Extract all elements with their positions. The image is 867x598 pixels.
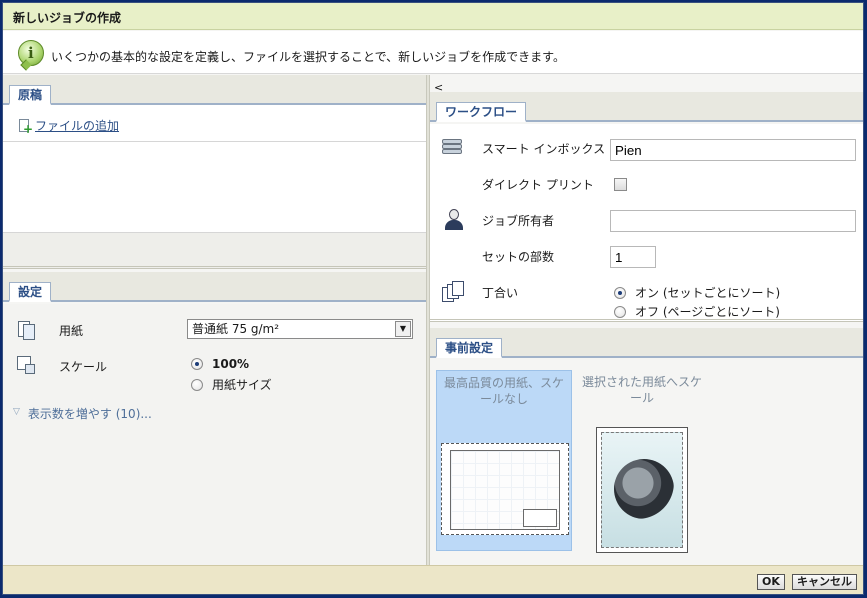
show-more-label: 表示数を増やす (10)... <box>27 407 152 421</box>
collate-option-off-label: オフ (ページごとにソート) <box>635 305 780 319</box>
paper-label: 用紙 <box>59 324 84 338</box>
presets-body: 最高品質の用紙、スケールなし 選択された用紙へスケール <box>430 360 863 565</box>
scale-icon <box>15 354 37 376</box>
add-file-icon: + <box>17 118 33 135</box>
preset-best-quality[interactable]: 最高品質の用紙、スケールなし <box>436 370 572 551</box>
radio-selected-icon[interactable] <box>614 286 626 299</box>
divider <box>3 141 426 142</box>
tab-workflow[interactable]: ワークフロー <box>436 102 527 122</box>
presets-section-header: 事前設定 <box>430 328 863 358</box>
dialog-footer: OK キャンセル <box>3 565 863 594</box>
direct-print-checkbox[interactable] <box>614 178 627 191</box>
info-text: いくつかの基本的な設定を定義し、ファイルを選択することで、新しいジョブを作成でき… <box>51 50 565 64</box>
job-owner-label: ジョブ所有者 <box>482 214 555 228</box>
left-panel: 原稿 + ファイルの追加 設定 用紙 普通紙 75 g/m² ▼ スケール 10… <box>3 75 426 565</box>
triangle-down-icon: ▽ <box>13 407 20 417</box>
collate-option-on[interactable]: オン (セットごとにソート) <box>614 284 780 301</box>
scale-option-paper-size-label: 用紙サイズ <box>212 378 272 392</box>
copies-input[interactable] <box>610 246 656 268</box>
preset-best-quality-thumbnail <box>441 443 569 535</box>
collate-option-off[interactable]: オフ (ページごとにソート) <box>614 303 780 320</box>
radio-icon[interactable] <box>614 305 626 318</box>
cancel-button[interactable]: キャンセル <box>792 574 857 590</box>
inbox-icon <box>442 137 464 157</box>
ok-button[interactable]: OK <box>757 574 785 590</box>
new-job-dialog: 新しいジョブの作成 いくつかの基本的な設定を定義し、ファイルを選択することで、新… <box>2 2 864 595</box>
add-file-label: ファイルの追加 <box>35 119 120 133</box>
preset-best-quality-label: 最高品質の用紙、スケールなし <box>443 376 564 406</box>
scale-option-paper-size[interactable]: 用紙サイズ <box>191 376 272 393</box>
settings-body: 用紙 普通紙 75 g/m² ▼ スケール 100% 用紙サイズ ▽ 表示数を増… <box>3 304 426 565</box>
job-owner-input[interactable] <box>610 210 856 232</box>
paper-icon <box>15 318 37 340</box>
paper-select[interactable]: 普通紙 75 g/m² ▼ <box>187 319 413 339</box>
radio-icon[interactable] <box>191 378 203 391</box>
tab-settings[interactable]: 設定 <box>9 282 52 302</box>
scale-option-100-label: 100% <box>212 357 250 371</box>
gear-icon <box>608 453 680 525</box>
tab-original[interactable]: 原稿 <box>9 85 52 105</box>
collate-option-on-label: オン (セットごとにソート) <box>635 286 781 300</box>
file-list: + ファイルの追加 <box>3 105 426 233</box>
title-bar: 新しいジョブの作成 <box>3 3 863 30</box>
info-icon <box>18 40 44 71</box>
collate-label: 丁合い <box>482 286 519 300</box>
settings-section-header: 設定 <box>3 272 426 302</box>
chevron-down-icon[interactable]: ▼ <box>395 321 411 337</box>
preset-scale-to-paper-label: 選択された用紙へスケール <box>581 375 702 405</box>
scale-option-100[interactable]: 100% <box>191 357 249 371</box>
preset-scale-to-paper-thumbnail <box>596 427 688 553</box>
scale-label: スケール <box>59 360 108 374</box>
radio-selected-icon[interactable] <box>191 358 203 370</box>
info-bar: いくつかの基本的な設定を定義し、ファイルを選択することで、新しいジョブを作成でき… <box>3 31 863 74</box>
collate-icon <box>442 281 466 305</box>
smart-inbox-input[interactable] <box>610 139 856 161</box>
copies-label: セットの部数 <box>482 250 555 264</box>
dialog-title: 新しいジョブの作成 <box>13 11 122 25</box>
paper-select-value: 普通紙 75 g/m² <box>192 322 280 336</box>
file-area-footer <box>3 233 426 269</box>
user-icon <box>444 209 464 231</box>
add-file-link[interactable]: + ファイルの追加 <box>17 117 120 135</box>
tab-presets[interactable]: 事前設定 <box>436 338 503 358</box>
right-panel: < ワークフロー スマート インボックス ダイレクト プリント ジョブ所有者 セ… <box>430 75 863 565</box>
original-section-header: 原稿 <box>3 75 426 105</box>
direct-print-label: ダイレクト プリント <box>482 178 594 192</box>
show-more-link[interactable]: ▽ 表示数を増やす (10)... <box>13 405 152 422</box>
smart-inbox-label: スマート インボックス <box>482 142 606 156</box>
workflow-body: スマート インボックス ダイレクト プリント ジョブ所有者 セットの部数 丁合い… <box>430 124 863 322</box>
preset-scale-to-paper[interactable]: 選択された用紙へスケール <box>574 370 710 553</box>
workflow-section-header: ワークフロー <box>430 92 863 122</box>
